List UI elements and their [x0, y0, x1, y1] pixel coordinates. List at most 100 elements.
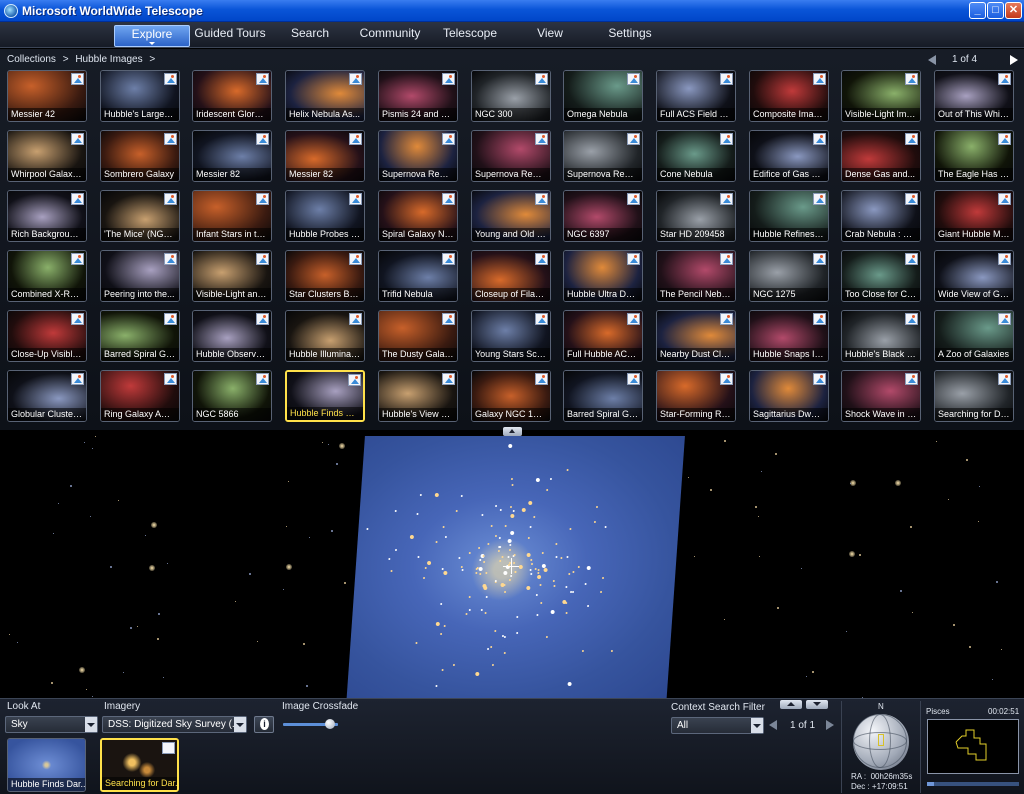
thumbnail-item[interactable]: Galaxy NGC 142...	[471, 370, 551, 422]
thumbnail-item[interactable]: Pismis 24 and N...	[378, 70, 458, 122]
thumbnail-item[interactable]: Messier 82	[285, 130, 365, 182]
thumbnail-item[interactable]: Rich Background...	[7, 190, 87, 242]
breadcrumb-trail-arrow[interactable]: >	[149, 54, 155, 65]
thumbnail-item[interactable]: Barred Spiral Gal...	[563, 370, 643, 422]
breadcrumb-collections[interactable]: Collections	[7, 54, 56, 65]
thumbnail-item[interactable]: Hubble's Largest...	[100, 70, 180, 122]
thumbnail-item[interactable]: Infant Stars in the...	[192, 190, 272, 242]
previous-page-icon[interactable]	[928, 55, 936, 65]
thumbnail-item[interactable]: Supernova Remn...	[378, 130, 458, 182]
thumbnail-item[interactable]: Shock Wave in K...	[841, 370, 921, 422]
thumbnail-item[interactable]: Hubble Ultra Dee...	[563, 250, 643, 302]
thumbnail-item[interactable]: Nearby Dust Clo...	[656, 310, 736, 362]
thumbnail-item[interactable]: Crab Nebula : De...	[841, 190, 921, 242]
thumbnail-item[interactable]: Hubble Probes th...	[285, 190, 365, 242]
thumbnail-item[interactable]: Full Hubble ACS...	[563, 310, 643, 362]
thumbnail-item[interactable]: Combined X-Ray...	[7, 250, 87, 302]
thumbnail-item[interactable]: Hubble Illuminate...	[285, 310, 365, 362]
thumbnail-item[interactable]: Hubble Observes...	[192, 310, 272, 362]
thumbnail-item[interactable]: Edifice of Gas an...	[749, 130, 829, 182]
maximize-button[interactable]: □	[987, 2, 1004, 19]
thumbnail-item[interactable]: NGC 300	[471, 70, 551, 122]
thumbnail-item[interactable]: Helix Nebula As...	[285, 70, 365, 122]
tab-explore[interactable]: Explore	[114, 25, 190, 47]
chevron-down-icon[interactable]	[751, 718, 763, 733]
tab-guided-tours[interactable]: Guided Tours	[190, 25, 270, 47]
thumbnail-item[interactable]: Omega Nebula	[563, 70, 643, 122]
thumbnail-item[interactable]: Barred Spiral Gal...	[100, 310, 180, 362]
thumbnail-item[interactable]: Close-Up Visible...	[7, 310, 87, 362]
scroll-up-button[interactable]	[780, 700, 802, 709]
tab-search[interactable]: Search	[280, 25, 340, 47]
title-bar[interactable]: Microsoft WorldWide Telescope _ □ ✕	[0, 0, 1024, 22]
info-button[interactable]	[254, 716, 274, 733]
thumbnail-item[interactable]: Messier 42	[7, 70, 87, 122]
chevron-down-icon[interactable]	[85, 717, 97, 732]
collapse-panel-button[interactable]	[503, 427, 522, 436]
thumbnail-item[interactable]: Out of This Whirl...	[934, 70, 1014, 122]
thumbnail-item[interactable]: The Eagle Has Ri...	[934, 130, 1014, 182]
context-next-icon[interactable]	[826, 720, 834, 730]
globe-compass-icon[interactable]	[853, 714, 909, 770]
thumbnail-item[interactable]: Hubble Finds Dar...	[285, 370, 365, 422]
crossfade-slider-thumb[interactable]	[324, 719, 335, 729]
thumbnail-item[interactable]: Sagittarius Dwarf...	[749, 370, 829, 422]
thumbnail-item[interactable]: Messier 82	[192, 130, 272, 182]
thumbnail-item[interactable]: Closeup of Filam...	[471, 250, 551, 302]
thumbnail-item[interactable]: Cone Nebula	[656, 130, 736, 182]
thumbnail-item[interactable]: Star Clusters Bor...	[285, 250, 365, 302]
look-at-dropdown[interactable]: Sky	[5, 716, 98, 733]
thumbnail-item[interactable]: NGC 6397	[563, 190, 643, 242]
close-button[interactable]: ✕	[1005, 2, 1022, 19]
thumbnail-item[interactable]: Giant Hubble Mo...	[934, 190, 1014, 242]
thumbnail-item[interactable]: Trifid Nebula	[378, 250, 458, 302]
thumbnail-item[interactable]: Star-Forming Re...	[656, 370, 736, 422]
thumbnail-item[interactable]: Ring Galaxy AM...	[100, 370, 180, 422]
constellation-map[interactable]	[927, 719, 1019, 774]
tab-view[interactable]: View	[525, 25, 575, 47]
thumbnail-item[interactable]: Globular Cluster...	[7, 370, 87, 422]
thumbnail-item[interactable]: Full ACS Field of...	[656, 70, 736, 122]
thumbnail-item[interactable]: Star HD 209458	[656, 190, 736, 242]
thumbnail-item[interactable]: 'The Mice' (NGC...	[100, 190, 180, 242]
imagery-dropdown[interactable]: DSS: Digitized Sky Survey (...	[102, 716, 247, 733]
tab-community[interactable]: Community	[355, 25, 425, 47]
thumbnail-item[interactable]: Peering into the...	[100, 250, 180, 302]
thumbnail-item[interactable]: The Pencil Nebul...	[656, 250, 736, 302]
thumbnail-item[interactable]: Hubble Refines D...	[749, 190, 829, 242]
thumbnail-item[interactable]: A Zoo of Galaxies	[934, 310, 1014, 362]
thumbnail-item[interactable]: NGC 1275	[749, 250, 829, 302]
tab-telescope[interactable]: Telescope	[435, 25, 505, 47]
context-filter-dropdown[interactable]: All	[671, 717, 764, 734]
thumbnail-item[interactable]: Hubble's View of...	[378, 370, 458, 422]
thumbnail-item[interactable]: Hubble's Black a...	[841, 310, 921, 362]
thumbnail-item[interactable]: The Dusty Galax...	[378, 310, 458, 362]
thumbnail-item[interactable]: Visible-Light and...	[192, 250, 272, 302]
thumbnail-item[interactable]: Whirpool Galaxy...	[7, 130, 87, 182]
recent-item-hubble-finds-dark[interactable]: Hubble Finds Dar...	[7, 738, 86, 792]
thumbnail-item[interactable]: NGC 5866	[192, 370, 272, 422]
tab-settings[interactable]: Settings	[600, 25, 660, 47]
thumbnail-item[interactable]: Hubble Snaps Im...	[749, 310, 829, 362]
thumbnail-item[interactable]: Spiral Galaxy NG...	[378, 190, 458, 242]
thumbnail-item[interactable]: Searching for Dar...	[934, 370, 1014, 422]
thumbnail-item[interactable]: Too Close for Co...	[841, 250, 921, 302]
thumbnail-item[interactable]: Dense Gas and...	[841, 130, 921, 182]
thumbnail-item[interactable]: Supernova Remn...	[471, 130, 551, 182]
thumbnail-item[interactable]: Young Stars Scul...	[471, 310, 551, 362]
thumbnail-item[interactable]: Composite Image...	[749, 70, 829, 122]
next-page-icon[interactable]	[1010, 55, 1018, 65]
thumbnail-item[interactable]: Sombrero Galaxy	[100, 130, 180, 182]
thumbnail-item[interactable]: Supernova Remn...	[563, 130, 643, 182]
minimize-button[interactable]: _	[969, 2, 986, 19]
scroll-down-button[interactable]	[806, 700, 828, 709]
thumbnail-item[interactable]: Wide View of Gia...	[934, 250, 1014, 302]
context-previous-icon[interactable]	[769, 720, 777, 730]
thumbnail-item[interactable]: Visible-Light Ima...	[841, 70, 921, 122]
chevron-down-icon[interactable]	[234, 717, 246, 732]
thumbnail-item[interactable]: Young and Old St...	[471, 190, 551, 242]
sky-view[interactable]	[0, 436, 1024, 698]
thumbnail-item[interactable]: Iridescent Glory o...	[192, 70, 272, 122]
recent-item-searching-for-dark[interactable]: Searching for Dar...	[100, 738, 179, 792]
breadcrumb-hubble-images[interactable]: Hubble Images	[75, 54, 142, 65]
